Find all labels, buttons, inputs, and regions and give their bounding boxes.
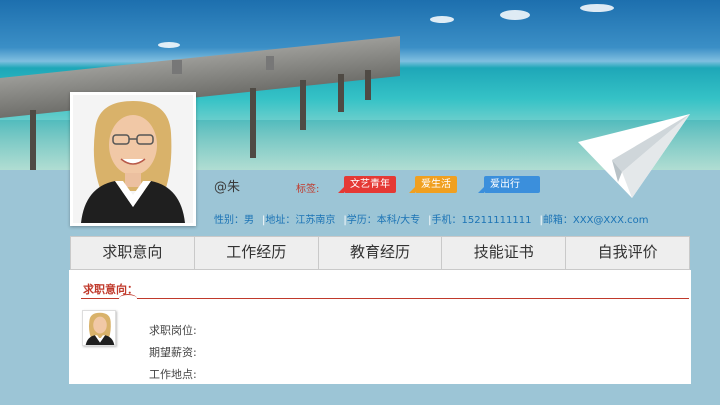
info-phone: 手机：15211111111 [431,215,532,226]
section-tabs: 求职意向 工作经历 教育经历 技能证书 自我评价 [70,236,690,270]
tab-work-experience[interactable]: 工作经历 [195,237,319,269]
user-handle: @朱 [214,180,241,195]
tag-badge: 爱生活 [409,176,457,193]
avatar [82,310,116,346]
field-salary: 期望薪资: [149,346,197,359]
field-position: 求职岗位: [149,324,197,337]
tag-label: 爱出行 [490,179,520,190]
pier-lamp [266,56,274,70]
tag-badge: 爱出行 [478,176,540,193]
tab-self-evaluation[interactable]: 自我评价 [566,237,689,269]
pier-post [338,74,344,112]
tab-education[interactable]: 教育经历 [319,237,443,269]
profile-photo-frame [70,92,196,226]
content-panel: 求职意向： 求职岗位: 期望薪资: 工作地点: [69,270,691,384]
pier-post [365,70,371,100]
tag-label: 文艺青年 [350,179,390,190]
info-email[interactable]: 邮箱：XXX@XXX.com [543,215,649,226]
divider-notch [119,294,137,303]
pier-post [300,80,306,130]
info-address: 地址：江苏南京 [265,215,336,226]
profile-photo [73,95,193,223]
paper-plane-icon [578,114,690,198]
pier-lamp [172,60,182,74]
tab-job-intention[interactable]: 求职意向 [71,237,195,269]
tag-badge: 文艺青年 [338,176,396,193]
cloud-shape [580,4,614,12]
pier-post [250,88,256,158]
info-education: 学历：本科/大专 [346,215,421,226]
tab-skills-certificates[interactable]: 技能证书 [442,237,567,269]
field-location: 工作地点: [149,368,197,381]
cloud-shape [158,42,180,48]
cloud-shape [500,10,530,20]
pier-post [30,110,36,170]
section-divider [81,298,689,299]
tag-label: 爱生活 [421,179,451,190]
info-gender: 性别：男 [214,215,254,226]
profile-info-line: 性别：男 |地址：江苏南京 |学历：本科/大专 |手机：15211111111 |邮箱：… [214,211,649,226]
tags-label: 标签: [296,184,320,195]
cloud-shape [430,16,454,23]
